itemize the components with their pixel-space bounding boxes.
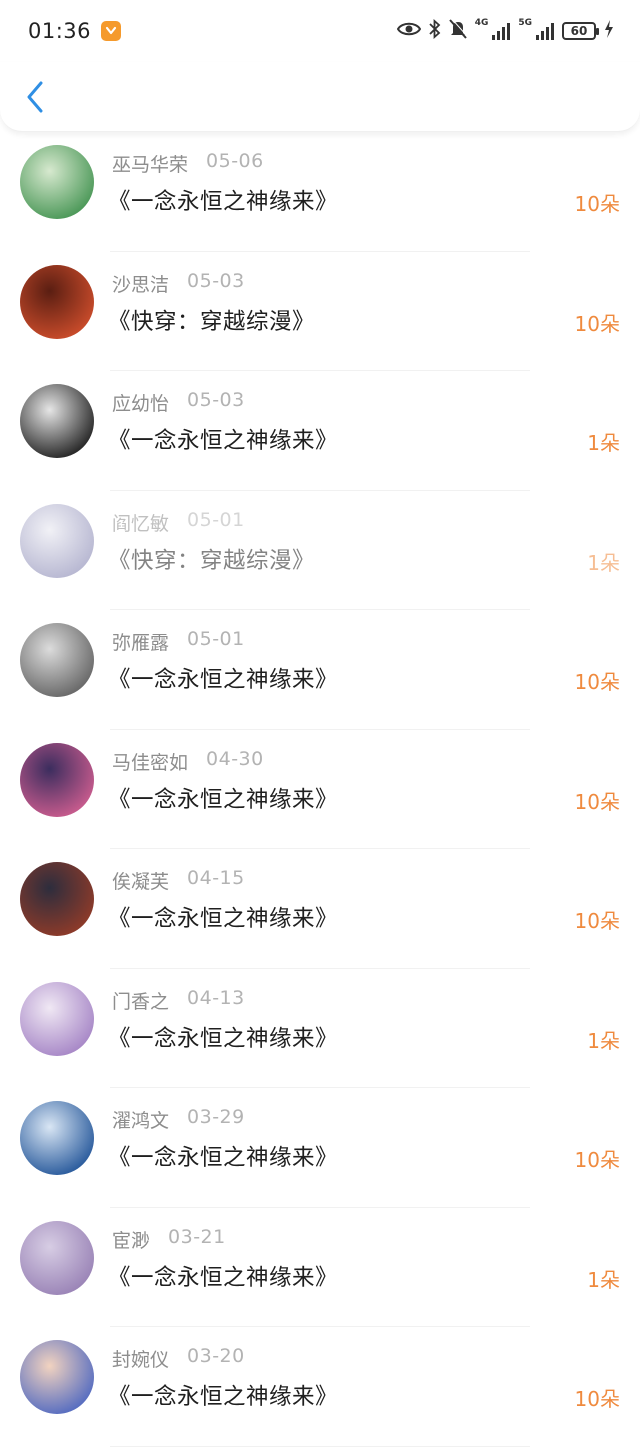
book-title: 《一念永恒之神缘来》: [108, 1264, 339, 1291]
list-item[interactable]: 封婉仪 03-20 《一念永恒之神缘来》 10朵: [0, 1327, 640, 1447]
avatar[interactable]: [20, 742, 94, 817]
gift-record-list: 巫马华荣 05-06 《一念永恒之神缘来》 10朵 沙思洁 05-03 《快穿：穿越综漫》 1…: [0, 132, 640, 1447]
list-item[interactable]: 应幼怡 05-03 《一念永恒之神缘来》 1朵: [0, 371, 640, 491]
status-right: 4G 5G 60: [396, 18, 614, 43]
name-date-line: 应幼怡 05-03: [112, 389, 245, 416]
name-date-line: 门香之 04-13: [112, 987, 245, 1014]
flower-count: 10朵: [574, 670, 620, 694]
flower-count: 10朵: [574, 1387, 620, 1411]
book-title: 《一念永恒之神缘来》: [108, 906, 339, 932]
name-date-line: 沙思洁 05-03: [112, 270, 245, 297]
book-title: 《一念永恒之神缘来》: [108, 1025, 339, 1052]
name-date-line: 封婉仪 03-20: [112, 1345, 245, 1372]
flower-count: 1朵: [587, 431, 620, 455]
name-date-line: 马佳密如 04-30: [112, 748, 264, 775]
user-name: 门香之: [112, 990, 170, 1013]
list-item[interactable]: 沙思洁 05-03 《快穿：穿越综漫》 10朵: [0, 252, 640, 371]
user-name: 沙思洁: [112, 273, 170, 296]
user-name: 巫马华荣: [112, 154, 189, 176]
row-divider: [110, 1445, 530, 1447]
list-item[interactable]: 濯鸿文 03-29 《一念永恒之神缘来》 10朵: [0, 1088, 640, 1208]
avatar[interactable]: [20, 503, 94, 578]
list-item[interactable]: 弥雁露 05-01 《一念永恒之神缘来》 10朵: [0, 610, 640, 730]
record-date: 03-29: [187, 1106, 245, 1128]
user-name: 马佳密如: [112, 751, 189, 774]
user-name: 俟凝芙: [112, 871, 170, 893]
flower-count: 10朵: [574, 192, 620, 216]
battery-indicator: 60: [562, 22, 599, 40]
user-name: 弥雁露: [112, 632, 170, 654]
avatar[interactable]: [20, 145, 94, 219]
avatar[interactable]: [20, 264, 94, 339]
book-title: 《快穿：穿越综漫》: [108, 308, 316, 335]
app-notification-icon: [101, 21, 122, 41]
book-title: 《一念永恒之神缘来》: [108, 667, 339, 693]
user-name: 应幼怡: [112, 393, 170, 415]
book-title: 《一念永恒之神缘来》: [108, 1384, 339, 1410]
list-item[interactable]: 阎忆敏 05-01 《快穿：穿越综漫》 1朵: [0, 491, 640, 610]
record-date: 03-20: [187, 1345, 245, 1367]
flower-count: 10朵: [574, 909, 620, 933]
signal-2-icon: [536, 22, 554, 40]
mute-bell-icon: [448, 18, 468, 43]
user-name: 阎忆敏: [112, 512, 170, 535]
bluetooth-icon: [429, 18, 441, 43]
book-title: 《快穿：穿越综漫》: [108, 547, 316, 574]
name-date-line: 巫马华荣 05-06: [112, 150, 264, 177]
nav-bar: [0, 62, 640, 132]
avatar[interactable]: [20, 1101, 94, 1175]
user-name: 封婉仪: [112, 1349, 170, 1371]
book-title: 《一念永恒之神缘来》: [108, 1145, 339, 1171]
avatar[interactable]: [20, 862, 94, 936]
record-date: 04-15: [187, 867, 245, 889]
name-date-line: 濯鸿文 03-29: [112, 1106, 245, 1133]
user-name: 宦渺: [112, 1229, 151, 1252]
avatar[interactable]: [20, 623, 94, 697]
book-title: 《一念永恒之神缘来》: [108, 189, 339, 215]
record-date: 05-01: [187, 508, 245, 531]
book-title: 《一念永恒之神缘来》: [108, 428, 339, 454]
name-date-line: 宦渺 03-21: [112, 1226, 226, 1253]
signal-1-icon: [492, 22, 511, 40]
status-time: 01:36: [28, 19, 92, 43]
avatar[interactable]: [20, 981, 94, 1056]
record-date: 04-30: [206, 747, 264, 770]
avatar[interactable]: [20, 1340, 94, 1414]
name-date-line: 俟凝芙 04-15: [112, 867, 245, 894]
chevron-left-icon: [27, 81, 43, 113]
charging-icon: [604, 20, 614, 42]
flower-count: 10朵: [574, 1148, 620, 1172]
flower-count: 1朵: [587, 1028, 620, 1053]
name-date-line: 弥雁露 05-01: [112, 628, 245, 655]
status-bar: 01:36 4G 5G 60: [0, 0, 640, 62]
flower-count: 1朵: [587, 1267, 620, 1292]
record-date: 03-21: [168, 1225, 226, 1248]
list-item[interactable]: 巫马华荣 05-06 《一念永恒之神缘来》 10朵: [0, 132, 640, 252]
name-date-line: 阎忆敏 05-01: [112, 509, 245, 536]
record-date: 05-03: [187, 269, 245, 292]
flower-count: 1朵: [587, 550, 620, 575]
avatar[interactable]: [20, 1220, 94, 1295]
list-item[interactable]: 门香之 04-13 《一念永恒之神缘来》 1朵: [0, 969, 640, 1088]
record-date: 05-03: [187, 389, 245, 411]
list-item[interactable]: 宦渺 03-21 《一念永恒之神缘来》 1朵: [0, 1208, 640, 1327]
flower-count: 10朵: [574, 789, 620, 814]
record-date: 05-01: [187, 628, 245, 650]
back-button[interactable]: [18, 78, 52, 116]
avatar[interactable]: [20, 384, 94, 458]
flower-count: 10朵: [574, 311, 620, 336]
network-4g-label: 4G: [474, 18, 489, 28]
eye-icon: [396, 21, 421, 41]
list-item[interactable]: 俟凝芙 04-15 《一念永恒之神缘来》 10朵: [0, 849, 640, 969]
user-name: 濯鸿文: [112, 1110, 170, 1132]
status-left: 01:36: [28, 19, 122, 43]
book-title: 《一念永恒之神缘来》: [108, 786, 339, 813]
record-date: 05-06: [206, 150, 264, 172]
record-date: 04-13: [187, 986, 245, 1009]
list-item[interactable]: 马佳密如 04-30 《一念永恒之神缘来》 10朵: [0, 730, 640, 849]
network-5g-label: 5G: [518, 18, 532, 28]
